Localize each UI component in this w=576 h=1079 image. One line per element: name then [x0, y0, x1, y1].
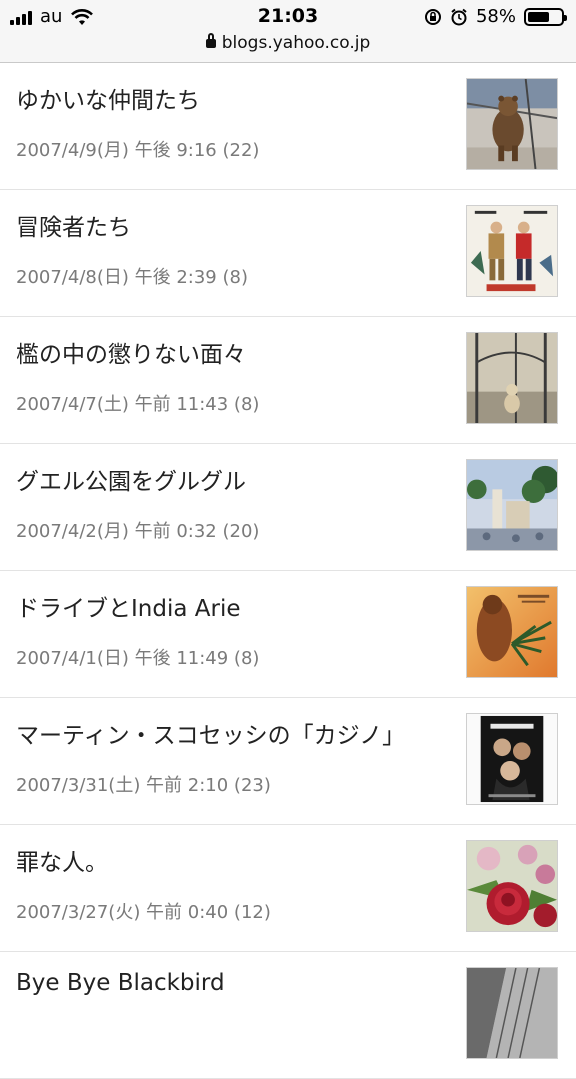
list-item[interactable]: Bye Bye Blackbird	[0, 952, 576, 1079]
bear-photo-thumbnail[interactable]	[466, 78, 558, 170]
list-item[interactable]: ドライブとIndia Arie 2007/4/1(日) 午後 11:49 (8)	[0, 571, 576, 698]
alarm-icon	[451, 8, 467, 25]
entry-meta: 2007/4/9(月) 午後 9:16 (22)	[16, 140, 260, 161]
list-item[interactable]: ゆかいな仲間たち 2007/4/9(月) 午後 9:16 (22)	[0, 63, 576, 190]
status-bar: au 21:03 58% blogs.yahoo.co.jp	[0, 0, 576, 63]
list-item[interactable]: 罪な人。 2007/3/27(火) 午前 0:40 (12)	[0, 825, 576, 952]
status-right: 58%	[424, 6, 567, 27]
monkey-cage-thumbnail[interactable]	[466, 332, 558, 424]
entry-meta: 2007/4/7(土) 午前 11:43 (8)	[16, 394, 260, 415]
rose-photo-thumbnail[interactable]	[466, 840, 558, 932]
entry-title[interactable]: ゆかいな仲間たち	[16, 81, 200, 115]
entry-title[interactable]: 罪な人。	[16, 843, 108, 877]
url-bar[interactable]: blogs.yahoo.co.jp	[0, 33, 576, 53]
entry-title[interactable]: ドライブとIndia Arie	[16, 589, 241, 623]
entry-title[interactable]: 檻の中の懲りない面々	[16, 335, 246, 369]
entry-meta: 2007/3/31(土) 午前 2:10 (23)	[16, 775, 271, 796]
album-cover-thumbnail[interactable]	[466, 586, 558, 678]
casino-poster-thumbnail[interactable]	[466, 713, 558, 805]
building-photo-thumbnail[interactable]	[466, 967, 558, 1059]
entry-title[interactable]: グエル公園をグルグル	[16, 462, 246, 496]
entry-meta: 2007/4/8(日) 午後 2:39 (8)	[16, 267, 248, 288]
entry-meta: 2007/4/1(日) 午後 11:49 (8)	[16, 648, 260, 669]
entry-meta: 2007/4/2(月) 午前 0:32 (20)	[16, 521, 260, 542]
battery-percent: 58%	[475, 6, 516, 27]
entry-meta: 2007/3/27(火) 午前 0:40 (12)	[16, 902, 271, 923]
movie-poster-thumbnail[interactable]	[466, 205, 558, 297]
lock-icon	[205, 33, 216, 48]
park-guell-thumbnail[interactable]	[466, 459, 558, 551]
rotation-lock-icon	[424, 8, 441, 25]
blog-entry-list: ゆかいな仲間たち 2007/4/9(月) 午後 9:16 (22) 冒険者たち …	[0, 63, 576, 1079]
list-item[interactable]: 冒険者たち 2007/4/8(日) 午後 2:39 (8)	[0, 190, 576, 317]
entry-title[interactable]: Bye Bye Blackbird	[16, 970, 225, 996]
entry-title[interactable]: マーティン・スコセッシの「カジノ」	[16, 716, 405, 750]
url-text: blogs.yahoo.co.jp	[221, 33, 371, 53]
entry-title[interactable]: 冒険者たち	[16, 208, 131, 242]
list-item[interactable]: 檻の中の懲りない面々 2007/4/7(土) 午前 11:43 (8)	[0, 317, 576, 444]
list-item[interactable]: グエル公園をグルグル 2007/4/2(月) 午前 0:32 (20)	[0, 444, 576, 571]
list-item[interactable]: マーティン・スコセッシの「カジノ」 2007/3/31(土) 午前 2:10 (…	[0, 698, 576, 825]
battery-icon	[524, 7, 567, 26]
